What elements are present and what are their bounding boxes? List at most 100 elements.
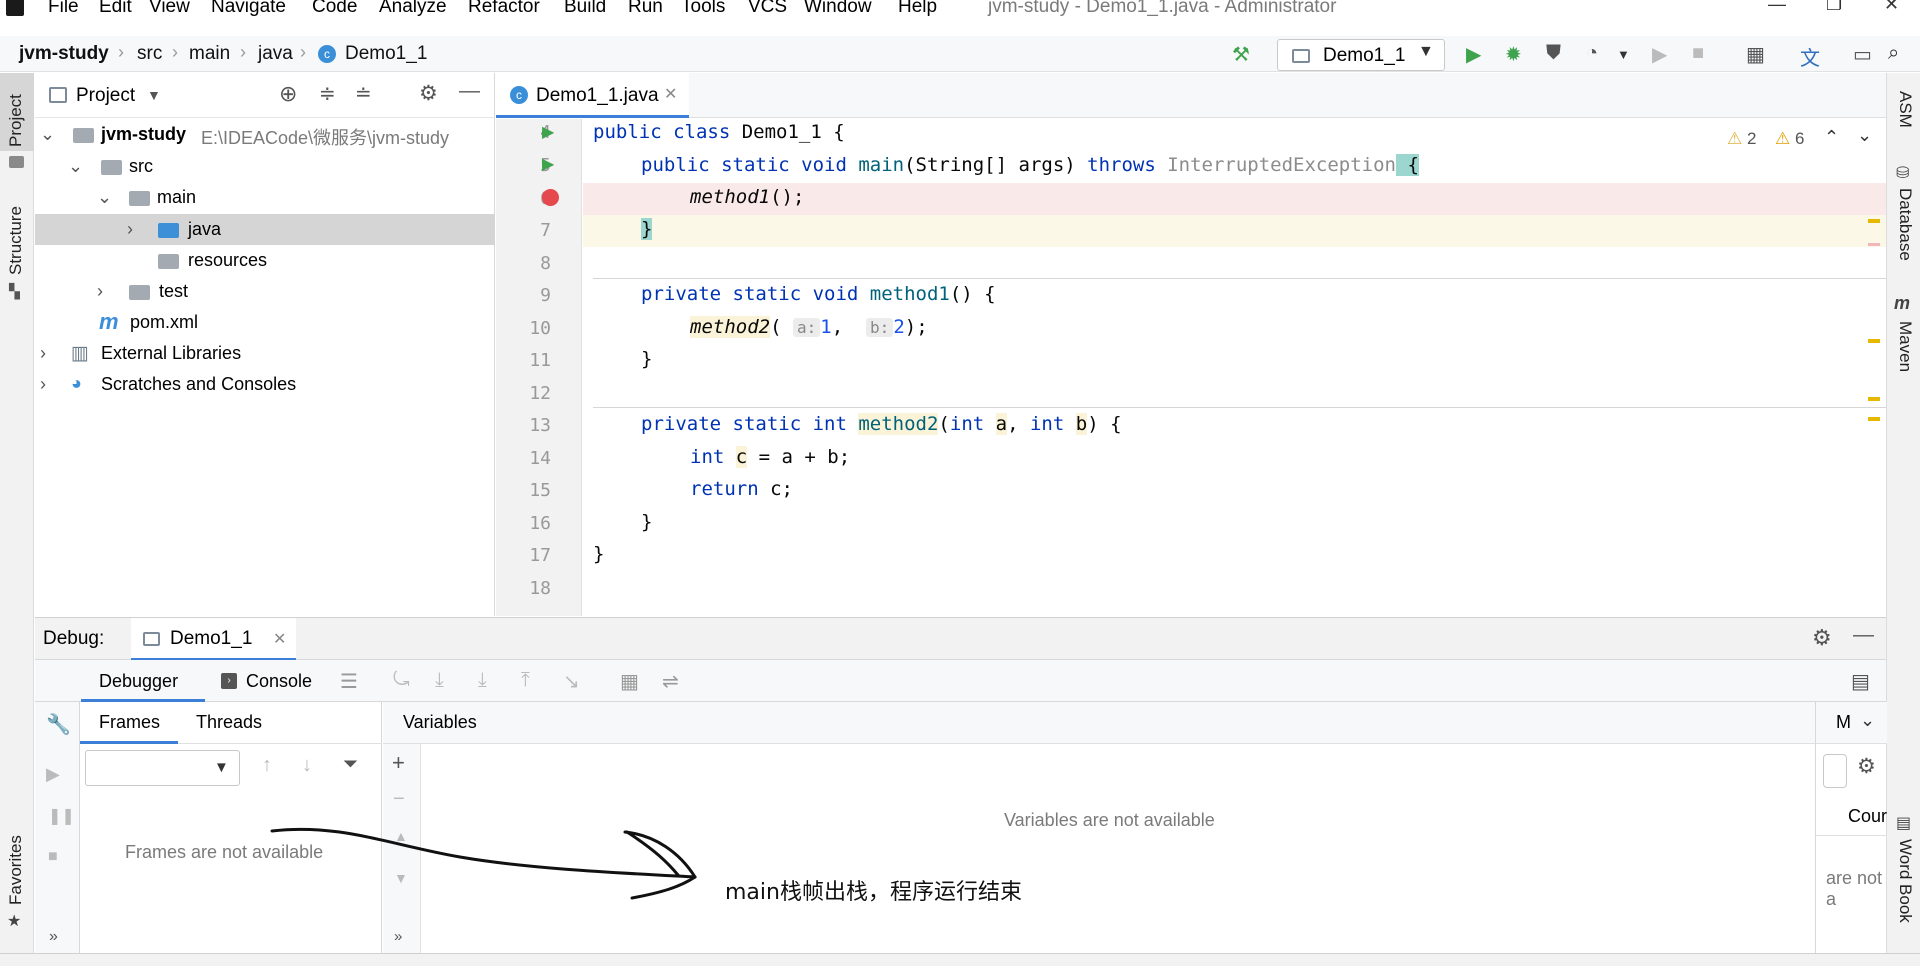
chevron-down-icon[interactable]: ▼ (1617, 47, 1630, 62)
menu-edit[interactable]: Edit (99, 0, 132, 18)
tree-item-external-libraries[interactable]: › ▥ External Libraries (35, 338, 495, 369)
hide-panel-icon[interactable]: — (459, 79, 480, 103)
tab-threads[interactable]: Threads (196, 712, 262, 733)
chevron-down-icon[interactable]: ⌄ (68, 156, 83, 177)
gear-icon[interactable]: ⚙ (419, 81, 438, 106)
chevron-down-icon[interactable]: ⌄ (97, 187, 112, 208)
error-stripe-mark[interactable] (1868, 243, 1880, 246)
watches-search-input[interactable] (1823, 754, 1847, 788)
filter-icon[interactable]: ⏷ (343, 754, 358, 776)
tab-console[interactable]: › Console (221, 660, 331, 702)
tree-item-jvm-study[interactable]: ⌄ jvm-study E:\IDEACode\微服务\jvm-study (35, 119, 495, 150)
breadcrumb-java[interactable]: java (258, 43, 293, 65)
code-editor[interactable]: public class Demo1_1 { public static voi… (583, 119, 1886, 616)
trace-icon[interactable]: ⇌ (662, 669, 679, 694)
run-configuration-select[interactable]: Demo1_1 ▼ (1277, 39, 1445, 71)
chevron-down-icon[interactable]: ⌄ (1860, 710, 1875, 731)
menu-icon[interactable]: ☰ (340, 669, 358, 694)
breakpoint-icon[interactable] (542, 189, 559, 206)
structure-tool-label[interactable]: Structure (6, 206, 26, 275)
gear-icon[interactable]: ⚙ (1812, 625, 1832, 651)
breadcrumb-main[interactable]: main (189, 43, 230, 65)
run-to-cursor-icon[interactable]: ↘ (563, 669, 580, 694)
breadcrumb-class[interactable]: Demo1_1 (345, 43, 427, 65)
editor-tab-demo1-1[interactable]: c Demo1_1.java ✕ (496, 73, 689, 118)
menu-vcs[interactable]: VCS (748, 0, 787, 18)
error-stripe-mark[interactable] (1868, 219, 1880, 223)
tree-item-test[interactable]: › test (35, 276, 495, 307)
coverage-icon[interactable]: ⛊ (1546, 42, 1561, 65)
previous-highlight-icon[interactable]: ⌃ (1824, 127, 1839, 148)
step-into-icon[interactable]: ⤓ (478, 669, 487, 692)
run-icon[interactable]: ▶ (1466, 42, 1481, 67)
menu-build[interactable]: Build (564, 0, 606, 18)
more-icon[interactable]: » (394, 928, 402, 945)
run-gutter-icon[interactable]: ▶ (542, 122, 554, 142)
chevron-down-icon[interactable]: ⌄ (40, 124, 55, 145)
more-icon[interactable]: » (49, 928, 58, 946)
search-icon[interactable]: ⌕ (1888, 42, 1899, 65)
debug-icon[interactable]: ✹ (1505, 42, 1522, 67)
tree-item-scratches[interactable]: › ◕ Scratches and Consoles (35, 369, 495, 400)
restore-icon[interactable]: ❐ (1826, 0, 1842, 15)
run-gutter-icon[interactable]: ▶ (542, 154, 554, 174)
menu-navigate[interactable]: Navigate (211, 0, 286, 18)
step-out-icon[interactable]: ⤒ (521, 669, 530, 692)
tab-frames[interactable]: Frames (80, 702, 178, 744)
layout-icon[interactable]: ▤ (1851, 669, 1870, 694)
chevron-right-icon[interactable]: › (40, 374, 46, 395)
wrench-icon[interactable]: 🔧 (46, 712, 71, 737)
error-stripe-mark[interactable] (1868, 339, 1880, 343)
chevron-right-icon[interactable]: › (40, 343, 46, 364)
weak-warning-count[interactable]: ⚠ 2 (1727, 129, 1756, 149)
maven-tool-label[interactable]: Maven (1895, 321, 1915, 372)
project-view-selector[interactable]: Project (76, 85, 135, 107)
stop-icon[interactable]: ■ (48, 848, 58, 866)
close-tab-icon[interactable]: ✕ (273, 629, 286, 649)
debug-session-tab[interactable]: Demo1_1 ✕ (131, 618, 296, 661)
tab-debugger[interactable]: Debugger (81, 660, 205, 702)
menu-run[interactable]: Run (628, 0, 663, 18)
profile-icon[interactable]: ◔ (1586, 42, 1598, 65)
database-tool-label[interactable]: Database (1895, 188, 1915, 261)
hide-panel-icon[interactable]: — (1853, 623, 1874, 647)
tree-item-main[interactable]: ⌄ main (35, 182, 495, 213)
menu-analyze[interactable]: Analyze (379, 0, 447, 18)
locate-file-icon[interactable]: ⊕ (279, 81, 297, 107)
thread-select[interactable]: ▼ (85, 750, 240, 786)
show-execution-point-icon[interactable]: ⤿ (393, 669, 410, 692)
next-highlight-icon[interactable]: ⌄ (1857, 125, 1872, 146)
tree-item-resources[interactable]: resources (35, 245, 495, 276)
chevron-down-icon[interactable]: ▼ (147, 87, 161, 103)
word-book-tool-label[interactable]: Word Book (1895, 839, 1915, 923)
project-tool-label[interactable]: Project (6, 94, 26, 147)
collapse-all-icon[interactable]: ≐ (355, 81, 372, 106)
menu-file[interactable]: File (48, 0, 79, 18)
evaluate-expression-icon[interactable]: ▦ (620, 669, 639, 694)
breadcrumb-src[interactable]: src (137, 43, 162, 65)
minimize-icon[interactable]: — (1768, 0, 1786, 15)
menu-refactor[interactable]: Refactor (468, 0, 540, 18)
error-stripe-mark[interactable] (1868, 397, 1880, 401)
asm-tool-label[interactable]: ASM (1895, 91, 1915, 128)
translate-icon[interactable]: 文 (1800, 42, 1820, 71)
chevron-right-icon[interactable]: › (97, 281, 103, 302)
tree-item-pom[interactable]: m pom.xml (35, 307, 495, 338)
step-over-icon[interactable]: ⤓ (435, 669, 444, 692)
attach-icon[interactable]: ▶ (1652, 42, 1667, 67)
error-stripe-mark[interactable] (1868, 417, 1880, 421)
stop-icon[interactable]: ■ (1692, 42, 1704, 65)
remove-watch-icon[interactable]: − (393, 788, 405, 811)
close-tab-icon[interactable]: ✕ (664, 84, 677, 104)
breadcrumb-project[interactable]: jvm-study (19, 43, 109, 65)
build-hammer-icon[interactable]: ⚒ (1232, 42, 1250, 67)
tree-item-java[interactable]: › java (35, 214, 495, 245)
menu-window[interactable]: Window (804, 0, 872, 18)
arrow-down-icon[interactable]: ↓ (302, 754, 312, 777)
close-icon[interactable]: ✕ (1884, 0, 1899, 15)
gear-icon[interactable]: ⚙ (1857, 754, 1876, 779)
pause-icon[interactable]: ❚❚ (48, 806, 75, 826)
presentation-icon[interactable]: ▭ (1853, 42, 1872, 67)
menu-view[interactable]: View (149, 0, 190, 18)
menu-help[interactable]: Help (898, 0, 937, 18)
